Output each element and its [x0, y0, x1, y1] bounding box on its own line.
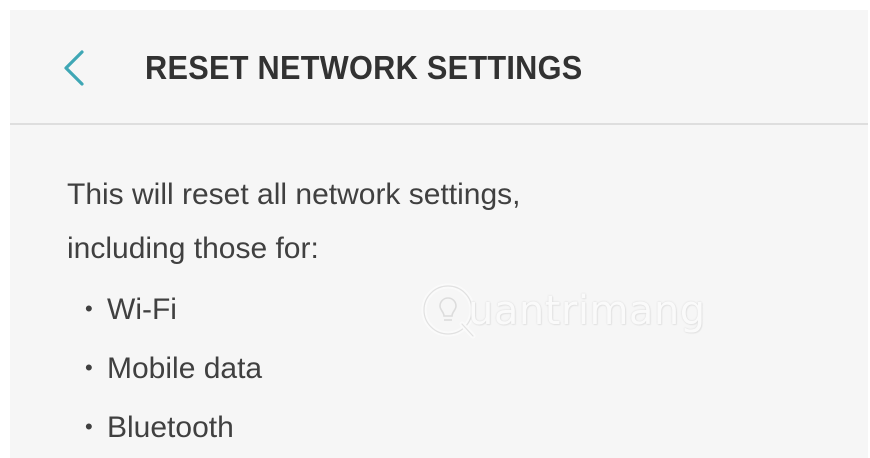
page-title: RESET NETWORK SETTINGS	[145, 49, 583, 86]
chevron-left-icon	[64, 50, 84, 86]
network-items-list: • Wi-Fi • Mobile data • Bluetooth	[85, 280, 262, 457]
reset-network-settings-screen: RESET NETWORK SETTINGS This will reset a…	[10, 10, 868, 458]
list-item-bluetooth: • Bluetooth	[85, 398, 262, 457]
divider	[10, 123, 868, 125]
list-item-label: Wi-Fi	[107, 293, 177, 326]
back-button[interactable]	[54, 46, 94, 90]
bullet-icon: •	[85, 355, 93, 380]
watermark-text: uantrimang	[468, 288, 706, 334]
bullet-icon: •	[85, 296, 93, 321]
list-item-wifi: • Wi-Fi	[85, 280, 262, 339]
list-item-label: Bluetooth	[107, 411, 234, 444]
description-text: This will reset all network settings, in…	[67, 168, 767, 276]
app-bar: RESET NETWORK SETTINGS	[10, 10, 868, 123]
bullet-icon: •	[85, 414, 93, 439]
list-item-mobile-data: • Mobile data	[85, 339, 262, 398]
watermark: uantrimang	[418, 278, 718, 348]
description-line-1: This will reset all network settings,	[67, 178, 521, 211]
list-item-label: Mobile data	[107, 352, 263, 385]
description-line-2: including those for:	[67, 232, 319, 265]
